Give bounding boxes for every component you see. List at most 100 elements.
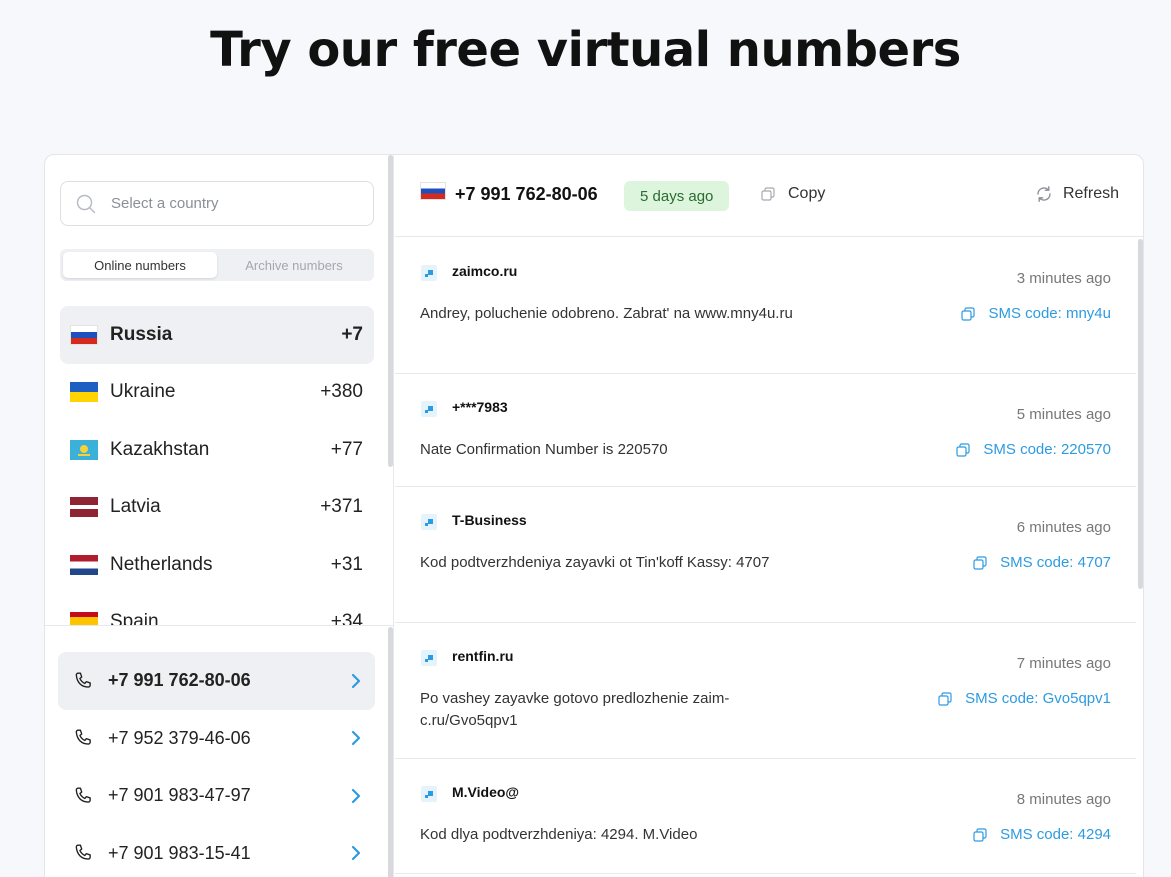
flag-russia-icon [420, 182, 446, 200]
search-icon [76, 194, 96, 213]
message-text: Nate Confirmation Number is 220570 [420, 441, 668, 458]
copy-icon [956, 442, 971, 457]
chevron-right-icon [351, 731, 361, 746]
numbers-card: Online numbers Archive numbers Russia +7… [44, 154, 1144, 877]
message-text: Po vashey zayavke gotovo predlozhenie za… [420, 690, 730, 729]
country-item-latvia[interactable]: Latvia +371 [60, 479, 374, 537]
sms-code-button[interactable]: SMS code: 220570 [956, 441, 1111, 458]
country-item-netherlands[interactable]: Netherlands +31 [60, 536, 374, 594]
country-item-kazakhstan[interactable]: Kazakhstan +77 [60, 421, 374, 479]
copy-icon [938, 691, 952, 706]
phone-icon [75, 844, 91, 860]
copy-icon [973, 555, 987, 570]
number-label: +7 901 983-47-97 [108, 785, 251, 806]
message-time: 5 minutes ago [1016, 406, 1111, 423]
country-code: +31 [330, 553, 363, 575]
sender-icon [421, 650, 437, 666]
sms-code: SMS code: Gvo5qpv1 [965, 690, 1111, 707]
message-sender: zaimco.ru [452, 263, 518, 279]
sms-code: SMS code: mny4u [988, 305, 1111, 322]
number-item[interactable]: +7 901 983-15-41 [58, 825, 375, 877]
country-name: Latvia [110, 496, 161, 518]
flag-russia-icon [70, 324, 98, 345]
search-input[interactable] [111, 195, 341, 212]
number-label: +7 952 379-46-06 [108, 727, 251, 748]
country-code: +380 [320, 381, 363, 403]
tab-online-numbers[interactable]: Online numbers [63, 252, 217, 278]
message-sender: T-Business [452, 512, 527, 528]
messages-scrollbar[interactable] [1138, 239, 1143, 589]
message-time: 3 minutes ago [1016, 270, 1111, 287]
message-time: 8 minutes ago [1016, 791, 1111, 808]
numbers-scrollbar[interactable] [388, 627, 393, 877]
sms-code: SMS code: 4707 [1000, 554, 1111, 571]
page-title: Try our free virtual numbers [210, 22, 961, 78]
flag-latvia-icon [70, 497, 98, 518]
message-text: Kod dlya podtverzhdeniya: 4294. M.Video [420, 826, 698, 843]
message-item: M.Video@ 8 minutes ago Kod dlya podtverz… [395, 759, 1136, 874]
countries-scrollbar[interactable] [388, 155, 393, 467]
sender-icon [421, 514, 437, 530]
flag-ukraine-icon [70, 382, 98, 403]
number-list: +7 991 762-80-06 +7 952 379-46-06 +7 901… [58, 652, 375, 877]
country-item-russia[interactable]: Russia +7 [60, 306, 374, 364]
chevron-right-icon [351, 846, 361, 861]
age-badge: 5 days ago [624, 181, 730, 211]
chevron-right-icon [351, 788, 361, 803]
message-text: Andrey, poluchenie odobreno. Zabrat' na … [420, 305, 793, 322]
number-label: +7 901 983-15-41 [108, 842, 251, 863]
numbers-type-toggle: Online numbers Archive numbers [60, 249, 374, 281]
sms-code-button[interactable]: SMS code: 4707 [973, 554, 1111, 571]
number-item[interactable]: +7 952 379-46-06 [58, 710, 375, 768]
country-item-spain[interactable]: Spain +34 [60, 594, 374, 625]
flag-spain-icon [70, 612, 98, 625]
phone-icon [75, 787, 91, 803]
copy-label: Copy [788, 185, 826, 202]
copy-button[interactable]: Copy [761, 185, 825, 203]
message-item: T-Business 6 minutes ago Kod podtverzhde… [395, 487, 1136, 623]
copy-icon [973, 827, 987, 842]
country-name: Russia [110, 323, 173, 345]
flag-kazakhstan-icon [70, 439, 98, 460]
message-sender: +***7983 [452, 399, 508, 415]
country-code: +77 [330, 438, 363, 460]
sms-code: SMS code: 4294 [1000, 826, 1111, 843]
sms-code-button[interactable]: SMS code: 4294 [973, 826, 1111, 843]
country-name: Spain [110, 611, 159, 625]
chevron-right-icon [351, 673, 361, 688]
phone-icon [75, 729, 91, 745]
country-list: Russia +7 Ukraine +380 Kazakhstan +77 La… [60, 306, 374, 625]
country-item-ukraine[interactable]: Ukraine +380 [60, 364, 374, 422]
country-code: +7 [341, 323, 363, 345]
country-name: Ukraine [110, 381, 176, 403]
message-item: +***7983 5 minutes ago Nate Confirmation… [395, 374, 1136, 487]
sms-code-button[interactable]: SMS code: mny4u [961, 305, 1111, 322]
sender-icon [421, 265, 437, 281]
message-sender: M.Video@ [452, 784, 520, 800]
message-time: 6 minutes ago [1016, 519, 1111, 536]
message-list: zaimco.ru 3 minutes ago Andrey, poluchen… [395, 238, 1136, 874]
messages-panel: +7 991 762-80-06 5 days ago Copy Refresh… [395, 155, 1143, 877]
message-item: rentfin.ru 7 minutes ago Po vashey zayav… [395, 623, 1136, 759]
country-search[interactable] [60, 181, 374, 226]
message-item: zaimco.ru 3 minutes ago Andrey, poluchen… [395, 238, 1136, 374]
copy-icon [761, 187, 775, 201]
sms-code-button[interactable]: SMS code: Gvo5qpv1 [938, 690, 1111, 707]
refresh-button[interactable]: Refresh [1035, 185, 1119, 203]
country-name: Kazakhstan [110, 438, 210, 460]
number-item[interactable]: +7 901 983-47-97 [58, 767, 375, 825]
country-code: +34 [330, 611, 363, 625]
refresh-icon [1037, 186, 1051, 202]
phone-icon [75, 672, 91, 688]
copy-icon [961, 306, 976, 321]
message-text: Kod podtverzhdeniya zayavki ot Tin'koff … [420, 554, 770, 571]
tab-archive-numbers[interactable]: Archive numbers [217, 252, 371, 278]
number-item[interactable]: +7 991 762-80-06 [58, 652, 375, 710]
number-label: +7 991 762-80-06 [108, 670, 251, 691]
messages-header: +7 991 762-80-06 5 days ago Copy Refresh [395, 155, 1143, 237]
flag-netherlands-icon [70, 554, 98, 575]
left-divider [45, 625, 394, 626]
sms-code: SMS code: 220570 [983, 441, 1111, 458]
sender-icon [421, 786, 437, 802]
message-sender: rentfin.ru [452, 648, 514, 664]
